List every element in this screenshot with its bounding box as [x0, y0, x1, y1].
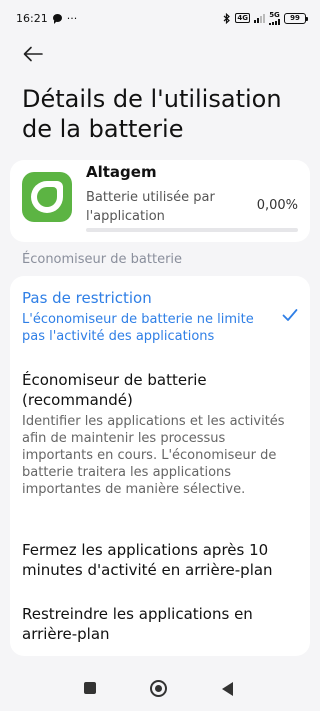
- app-usage-label: Batterie utilisée par l'application: [86, 190, 215, 224]
- app-usage-card: Altagem Batterie utilisée par l'applicat…: [10, 160, 310, 242]
- app-usage-percent: 0,00%: [256, 198, 298, 213]
- status-right: 4G 5G 99: [223, 10, 308, 25]
- status-left: 16:21 ···: [16, 12, 77, 25]
- status-bar: 16:21 ··· 4G 5G 99: [0, 0, 320, 36]
- option-description: Identifier les applications et les activ…: [22, 414, 285, 497]
- battery-icon: 99: [284, 12, 308, 24]
- option-close-after-10-minutes[interactable]: Fermez les applications après 10 minutes…: [22, 540, 298, 580]
- more-notifications-icon: ···: [66, 11, 78, 25]
- back-button[interactable]: [20, 42, 46, 66]
- bluetooth-icon: [223, 12, 231, 24]
- altagem-logo-icon: [31, 181, 63, 213]
- option-title: Économiseur de batterie (recommandé): [22, 371, 207, 409]
- usage-progress-bar: [86, 228, 298, 232]
- status-time: 16:21: [16, 11, 48, 25]
- option-title: Fermez les applications après 10 minutes…: [22, 541, 273, 579]
- navigation-bar: [0, 668, 320, 711]
- network-5g-label: 5G: [269, 10, 280, 19]
- option-battery-saver-recommended[interactable]: Économiseur de batterie (recommandé) Ide…: [22, 370, 298, 498]
- signal-strength-icon: [254, 13, 265, 23]
- option-no-restriction[interactable]: Pas de restriction L'économiseur de batt…: [22, 288, 266, 345]
- app-name: Altagem: [86, 163, 157, 181]
- option-restrict-background[interactable]: Restreindre les applications en arrière-…: [22, 604, 298, 644]
- option-title: Pas de restriction: [22, 289, 152, 307]
- home-button[interactable]: [150, 680, 167, 697]
- page-title: Détails de l'utilisation de la batterie: [22, 85, 282, 143]
- option-description: L'économiseur de batterie ne limite pas …: [22, 312, 254, 344]
- network-type-badge: 4G: [235, 13, 250, 23]
- chat-notification-icon: [52, 14, 62, 24]
- battery-level: 99: [290, 14, 300, 22]
- signal-5g-icon: [269, 18, 280, 25]
- section-label: Économiseur de batterie: [22, 252, 183, 267]
- back-nav-button[interactable]: [222, 682, 233, 696]
- option-title: Restreindre les applications en arrière-…: [22, 605, 253, 643]
- recent-apps-button[interactable]: [84, 682, 96, 694]
- checkmark-icon: [282, 309, 298, 321]
- app-icon: [22, 172, 72, 222]
- battery-saver-options: Pas de restriction L'économiseur de batt…: [10, 276, 310, 656]
- arrow-left-icon: [23, 46, 43, 62]
